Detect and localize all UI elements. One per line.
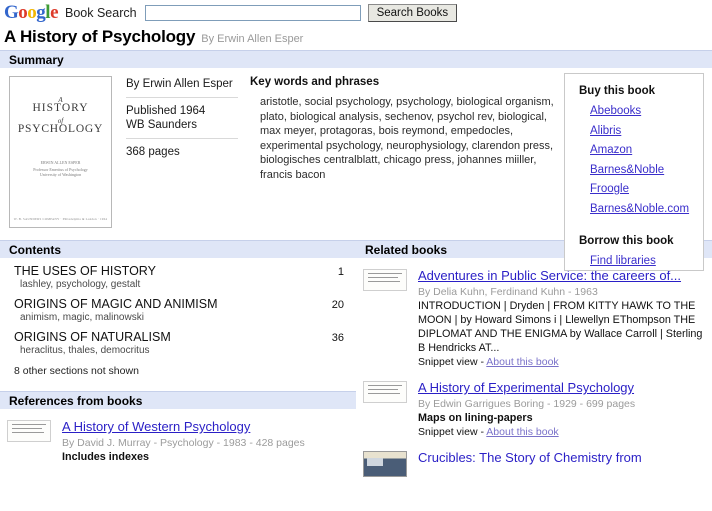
related-book-footer: Snippet view - About this book (418, 355, 704, 370)
book-metadata: By Erwin Allen Esper Published 1964 WB S… (126, 76, 238, 228)
related-book-view-mode: Snippet view - (418, 356, 486, 368)
contents-entry-title[interactable]: ORIGINS OF MAGIC AND ANIMISM (14, 297, 332, 311)
related-book-footer: Snippet view - About this book (418, 425, 704, 440)
snippet-thumbnail-icon[interactable] (363, 269, 407, 291)
cover-text-history: HISTORY (10, 102, 111, 114)
logo-letter-g: g (36, 2, 45, 23)
list-item: Abebooks (590, 101, 703, 121)
buy-link-abebooks[interactable]: Abebooks (590, 105, 641, 117)
cover-text-publisher: W. B. SAUNDERS COMPANY · Philadelphia & … (10, 217, 111, 221)
product-name: Book Search (65, 6, 137, 20)
metadata-author-block: By Erwin Allen Esper (126, 76, 238, 97)
related-book-title-link[interactable]: A History of Experimental Psychology (418, 380, 634, 396)
cover-text-university: University of Washington (10, 172, 111, 177)
list-item: Adventures in Public Service: the career… (356, 258, 712, 370)
lower-columns: Contents THE USES OF HISTORY 1 lashley, … (0, 240, 712, 477)
metadata-pages-block: 368 pages (126, 138, 238, 165)
related-book-author: By Edwin Garrigues Boring - 1929 - 699 p… (418, 397, 704, 411)
contents-entry-page: 1 (338, 266, 344, 278)
logo-letter-G: G (4, 2, 18, 23)
related-book-view-mode: Snippet view - (418, 426, 486, 438)
list-item: Barnes&Noble (590, 160, 703, 180)
list-item: Barnes&Noble.com (590, 199, 703, 219)
buy-link-amazon[interactable]: Amazon (590, 144, 632, 156)
reference-title-link[interactable]: A History of Western Psychology (62, 419, 250, 435)
contents-entry-terms: heraclitus, thales, democritus (0, 344, 356, 363)
contents-entry-page: 36 (332, 332, 344, 344)
search-input[interactable] (145, 5, 361, 21)
contents-more-note: 8 other sections not shown (0, 363, 356, 377)
borrow-links-list: Find libraries (579, 251, 703, 271)
list-item: Find libraries (590, 251, 703, 271)
metadata-pages: 368 pages (126, 145, 238, 159)
buy-link-barnes-noble-com[interactable]: Barnes&Noble.com (590, 203, 689, 215)
metadata-author: By Erwin Allen Esper (126, 77, 238, 91)
metadata-published: Published 1964 (126, 104, 238, 118)
buy-this-book-panel: Buy this book Abebooks Alibris Amazon Ba… (564, 73, 704, 271)
book-cover-image[interactable]: A HISTORY of PSYCHOLOGY ERWIN ALLEN ESPE… (9, 76, 112, 228)
right-column: Related books Adventures in Public Servi… (356, 240, 712, 477)
page-title: A History of Psychology (4, 27, 195, 47)
page-title-row: A History of Psychology By Erwin Allen E… (0, 25, 712, 50)
buy-links-list: Abebooks Alibris Amazon Barnes&Noble Fro… (579, 101, 703, 218)
list-item: A History of Western Psychology By David… (0, 409, 356, 464)
related-book-snippet: INTRODUCTION | Dryden | FROM KITTY HAWK … (418, 299, 704, 355)
reference-author: By David J. Murray - Psychology - 1983 -… (62, 436, 348, 450)
contents-entry-terms: animism, magic, malinowski (0, 311, 356, 330)
book-search-page: Google Book Search Search Books A Histor… (0, 0, 712, 511)
list-item: Amazon (590, 140, 703, 160)
related-book-snippet: Maps on lining-papers (418, 411, 704, 425)
references-band: References from books (0, 391, 356, 409)
about-this-book-link[interactable]: About this book (486, 426, 558, 438)
top-bar: Google Book Search Search Books (0, 0, 712, 25)
snippet-thumbnail-icon[interactable] (7, 420, 51, 442)
list-item: Crucibles: The Story of Chemistry from (356, 440, 712, 477)
list-item: Froogle (590, 179, 703, 199)
list-item[interactable]: ORIGINS OF NATURALISM 36 heraclitus, tha… (0, 330, 356, 363)
metadata-publication-block: Published 1964 WB Saunders (126, 97, 238, 138)
left-column: Contents THE USES OF HISTORY 1 lashley, … (0, 240, 356, 477)
related-book-title-link[interactable]: Crucibles: The Story of Chemistry from (418, 450, 642, 466)
summary-section: Summary A HISTORY of PSYCHOLOGY ERWIN AL… (0, 50, 712, 228)
google-logo[interactable]: Google (4, 3, 58, 22)
related-book-author: By Delia Kuhn, Ferdinand Kuhn - 1963 (418, 285, 704, 299)
contents-list: THE USES OF HISTORY 1 lashley, psycholog… (0, 258, 356, 377)
borrow-link-find-libraries[interactable]: Find libraries (590, 255, 656, 267)
buy-link-alibris[interactable]: Alibris (590, 125, 621, 137)
cover-text-author: ERWIN ALLEN ESPER (10, 160, 111, 165)
contents-entry-title[interactable]: ORIGINS OF NATURALISM (14, 330, 332, 344)
logo-letter-o1: o (18, 2, 27, 23)
about-this-book-link[interactable]: About this book (486, 356, 558, 368)
logo-letter-o2: o (27, 2, 36, 23)
buy-link-barnes-noble[interactable]: Barnes&Noble (590, 164, 664, 176)
contents-entry-title[interactable]: THE USES OF HISTORY (14, 264, 338, 278)
summary-band: Summary (0, 50, 712, 68)
logo-letter-e: e (50, 2, 58, 23)
list-item: Alibris (590, 121, 703, 141)
metadata-publisher: WB Saunders (126, 118, 238, 132)
keywords-list: aristotle, social psychology, psychology… (260, 95, 560, 182)
buy-link-froogle[interactable]: Froogle (590, 183, 629, 195)
list-item[interactable]: THE USES OF HISTORY 1 lashley, psycholog… (0, 264, 356, 297)
contents-entry-terms: lashley, psychology, gestalt (0, 278, 356, 297)
contents-band: Contents (0, 240, 356, 258)
list-item[interactable]: ORIGINS OF MAGIC AND ANIMISM 20 animism,… (0, 297, 356, 330)
page-byline: By Erwin Allen Esper (201, 33, 303, 45)
snippet-thumbnail-icon[interactable] (363, 381, 407, 403)
list-item: A History of Experimental Psychology By … (356, 370, 712, 440)
contents-entry-page: 20 (332, 299, 344, 311)
search-books-button[interactable]: Search Books (368, 4, 458, 22)
book-cover-thumbnail-icon[interactable] (363, 451, 407, 477)
borrow-heading: Borrow this book (579, 235, 703, 247)
buy-heading: Buy this book (579, 85, 703, 97)
reference-snippet: Includes indexes (62, 450, 348, 464)
cover-text-psychology: PSYCHOLOGY (10, 123, 111, 135)
